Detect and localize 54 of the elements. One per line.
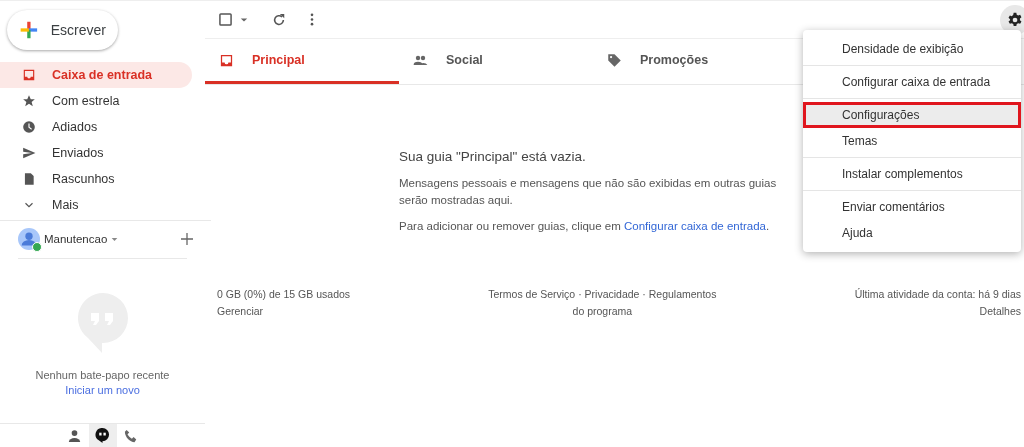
phone-icon (123, 428, 138, 443)
compose-button[interactable]: Escrever (7, 10, 118, 50)
menu-item[interactable]: Enviar comentários (803, 194, 1021, 220)
manage-link[interactable]: Gerenciar (217, 303, 351, 320)
inbox-icon (219, 52, 234, 68)
tag-icon (607, 52, 622, 68)
category-tab[interactable]: Promoções (593, 39, 787, 84)
nav-item[interactable]: Adiados (0, 114, 192, 140)
document-icon (22, 172, 36, 186)
add-icon[interactable] (181, 233, 193, 245)
account-name[interactable]: Manutencao (44, 233, 108, 245)
nav-item[interactable]: Enviados (0, 140, 192, 166)
refresh-icon[interactable] (272, 12, 286, 27)
star-icon (22, 94, 36, 108)
footer-links[interactable]: Termos de Serviço · Privacidade · Regulamentos do programa (482, 286, 723, 320)
caret-icon[interactable] (111, 235, 119, 243)
storage-usage: 0 GB (0%) de 15 GB usados (217, 287, 351, 302)
nav-item[interactable]: Rascunhos (0, 166, 192, 192)
category-tab[interactable]: Principal (205, 39, 399, 84)
nav-item[interactable]: Com estrela (0, 88, 192, 114)
nav-item[interactable]: Mais (0, 192, 192, 218)
nav-label: Rascunhos (52, 172, 115, 186)
settings-icon (1007, 11, 1023, 28)
nav-item[interactable]: Caixa de entrada (0, 62, 192, 88)
person-icon (68, 429, 81, 442)
nav-label: Mais (52, 198, 79, 212)
menu-item[interactable]: Configurações (803, 102, 1021, 128)
start-chat-link[interactable]: Iniciar um novo (65, 384, 140, 396)
details-link[interactable]: Detalhes (979, 303, 1021, 320)
caret-icon[interactable] (240, 15, 248, 24)
menu-item[interactable]: Temas (803, 128, 1021, 154)
plus-icon (19, 19, 39, 41)
configure-inbox-link[interactable]: Configurar caixa de entrada (624, 220, 766, 232)
inbox-icon (22, 68, 36, 82)
menu-item[interactable]: Configurar caixa de entrada (803, 69, 1021, 95)
menu-item[interactable]: Ajuda (803, 220, 1021, 246)
nav-label: Adiados (52, 120, 98, 134)
nav-label: Enviados (52, 146, 104, 160)
last-activity: Última atividade da conta: há 9 dias (854, 287, 1021, 302)
empty-title: Sua guia "Principal" está vazia. (399, 149, 587, 164)
empty-description: Mensagens pessoais e mensagens que não são exibidas em outras guias serão mostradas aqui. (399, 176, 778, 208)
clock-icon (22, 120, 36, 134)
checkbox-icon[interactable] (219, 13, 232, 26)
menu-item[interactable]: Instalar complementos (803, 161, 1021, 187)
tabs-hint: Para adicionar ou remover guias, clique em Configurar caixa de entrada. (399, 219, 771, 234)
menu-item[interactable]: Densidade de exibição (803, 36, 1021, 62)
chat-bubble-icon (95, 428, 110, 443)
nav-label: Caixa de entrada (52, 68, 153, 82)
category-tab[interactable]: Social (399, 39, 593, 84)
nav-label: Com estrela (52, 94, 120, 108)
send-icon (22, 146, 36, 160)
chat-tab[interactable] (88, 424, 117, 447)
empty-chat-text: Nenhum bate-papo recente (35, 369, 170, 381)
more-vertical-icon[interactable] (310, 13, 314, 26)
